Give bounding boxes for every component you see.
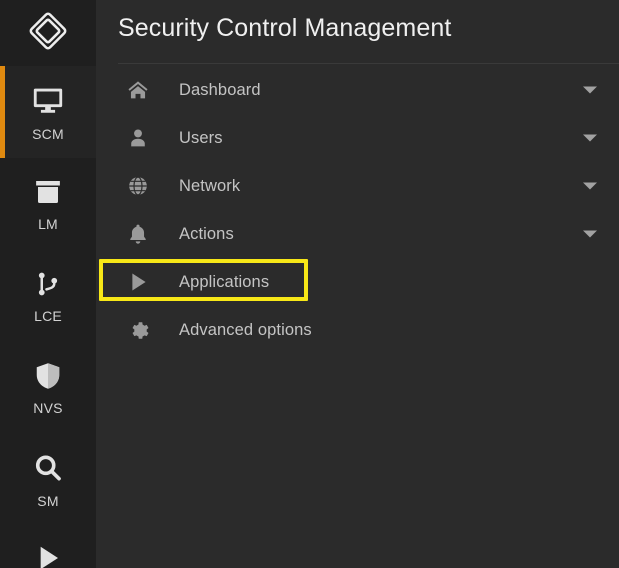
chevron-down-icon[interactable] <box>583 134 597 142</box>
menu-item-users[interactable]: Users <box>96 114 619 162</box>
gear-icon <box>116 320 160 341</box>
product-rail-items: SCM LM LCE NVS SM <box>0 66 96 568</box>
chevron-down-icon[interactable] <box>583 86 597 94</box>
monitor-icon <box>31 83 65 117</box>
chevron-down-icon[interactable] <box>583 230 597 238</box>
chevron-down-icon[interactable] <box>583 182 597 190</box>
play-icon <box>116 269 160 295</box>
play-icon <box>32 542 64 568</box>
rail-item-label: SCM <box>32 125 64 142</box>
menu-item-network[interactable]: Network <box>96 162 619 210</box>
rail-item-label: NVS <box>33 399 63 416</box>
page-title: Security Control Management <box>118 14 452 42</box>
bell-icon <box>116 223 160 245</box>
header-divider <box>118 63 619 64</box>
shield-icon <box>33 361 63 391</box>
menu-item-label: Advanced options <box>179 320 312 339</box>
menu-item-advanced-options[interactable]: Advanced options <box>96 306 619 354</box>
rail-item-label: LCE <box>34 307 62 324</box>
menu-item-actions[interactable]: Actions <box>96 210 619 258</box>
menu-item-dashboard[interactable]: Dashboard <box>96 66 619 114</box>
rail-item-nvs[interactable]: NVS <box>0 342 96 434</box>
rail-item-lm[interactable]: LM <box>0 158 96 250</box>
menu-item-label: Actions <box>179 224 234 243</box>
product-rail: SCM LM LCE NVS SM <box>0 0 96 568</box>
diamond-logo-icon <box>26 9 70 58</box>
archive-box-icon <box>33 177 63 207</box>
menu-item-label: Dashboard <box>179 80 261 99</box>
rail-item-applications[interactable] <box>0 526 96 568</box>
rail-item-lce[interactable]: LCE <box>0 250 96 342</box>
application-window: SCM LM LCE NVS SM Security Control Manag… <box>0 0 619 568</box>
magnifier-icon <box>32 452 64 484</box>
menu-item-applications[interactable]: Applications <box>96 258 619 306</box>
globe-icon <box>116 175 160 197</box>
menu-item-label: Users <box>179 128 223 147</box>
menu-item-label: Applications <box>179 272 270 291</box>
code-branch-icon <box>33 269 63 299</box>
navigation-menu: Dashboard Users Network Actions Applicat… <box>96 66 619 354</box>
app-logo[interactable] <box>0 0 96 66</box>
user-icon <box>116 127 160 149</box>
rail-item-label: LM <box>38 215 58 232</box>
main-panel: Security Control Management Dashboard Us… <box>96 0 619 568</box>
rail-item-scm[interactable]: SCM <box>0 66 96 158</box>
home-icon <box>116 79 160 101</box>
rail-item-sm[interactable]: SM <box>0 434 96 526</box>
menu-item-label: Network <box>179 176 241 195</box>
rail-item-label: SM <box>37 492 59 509</box>
